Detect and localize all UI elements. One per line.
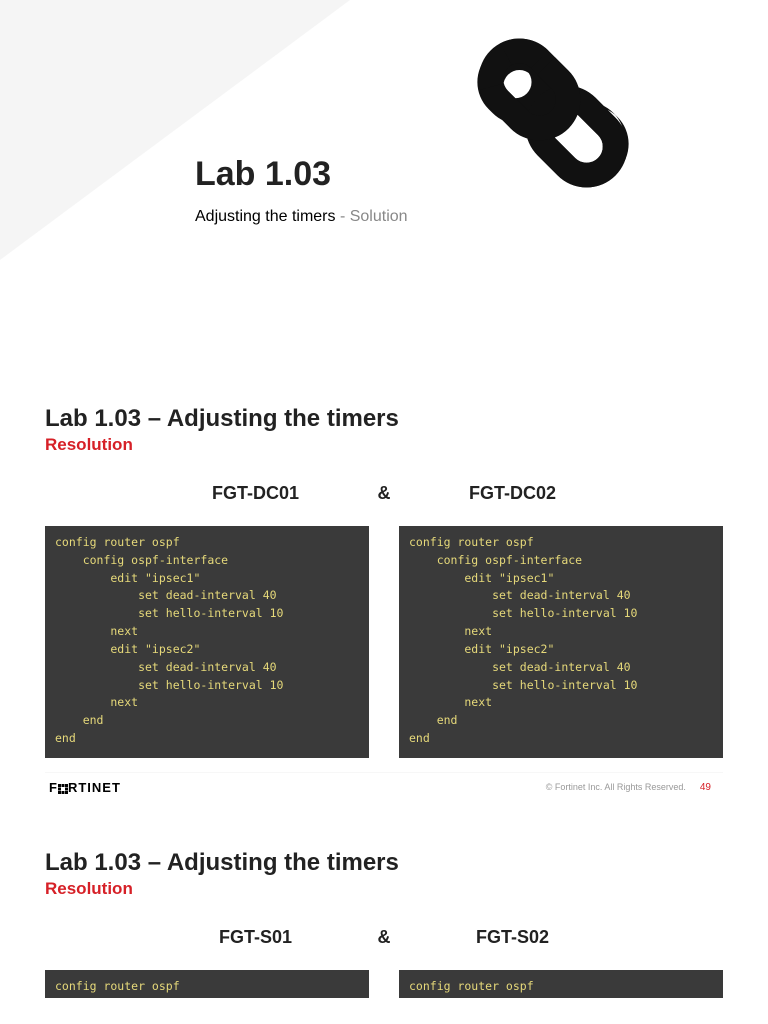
code-block-dc02: config router ospf config ospf-interface… [399, 526, 723, 758]
code-block-s01: config router ospf [45, 970, 369, 998]
title-slide: Lab 1.03 Adjusting the timers - Solution [0, 0, 768, 380]
slide-dc: Lab 1.03 – Adjusting the timers Resoluti… [0, 380, 768, 802]
slide-heading: Lab 1.03 – Adjusting the timers [45, 405, 723, 433]
fortinet-logo: F RTINET [49, 780, 121, 795]
host-row: FGT-S01 & FGT-S02 [45, 927, 723, 948]
chain-link-icon [458, 18, 648, 208]
code-row: config router ospf config ospf-interface… [45, 526, 723, 758]
host-left: FGT-DC01 [156, 483, 356, 504]
slide-footer: F RTINET © Fortinet Inc. All Rights Rese… [45, 772, 723, 802]
host-row: FGT-DC01 & FGT-DC02 [45, 483, 723, 504]
page-number: 49 [700, 782, 711, 793]
slide-s: Lab 1.03 – Adjusting the timers Resoluti… [0, 824, 768, 998]
lab-subtitle: Adjusting the timers - Solution [195, 208, 768, 226]
ampersand: & [378, 483, 391, 504]
code-block-dc01: config router ospf config ospf-interface… [45, 526, 369, 758]
subtitle-main: Adjusting the timers [195, 208, 336, 225]
subtitle-solution: - Solution [336, 208, 408, 225]
host-right: FGT-S02 [413, 927, 613, 948]
code-row: config router ospf config router ospf [45, 970, 723, 998]
code-block-s02: config router ospf [399, 970, 723, 998]
logo-f: F [49, 780, 58, 795]
host-right: FGT-DC02 [413, 483, 613, 504]
slide-heading: Lab 1.03 – Adjusting the timers [45, 849, 723, 877]
host-left: FGT-S01 [156, 927, 356, 948]
copyright-text: © Fortinet Inc. All Rights Reserved. [546, 782, 686, 792]
logo-rtinet: RTINET [68, 780, 121, 795]
resolution-label: Resolution [45, 879, 723, 899]
resolution-label: Resolution [45, 435, 723, 455]
ampersand: & [378, 927, 391, 948]
logo-mark-icon [58, 784, 68, 794]
